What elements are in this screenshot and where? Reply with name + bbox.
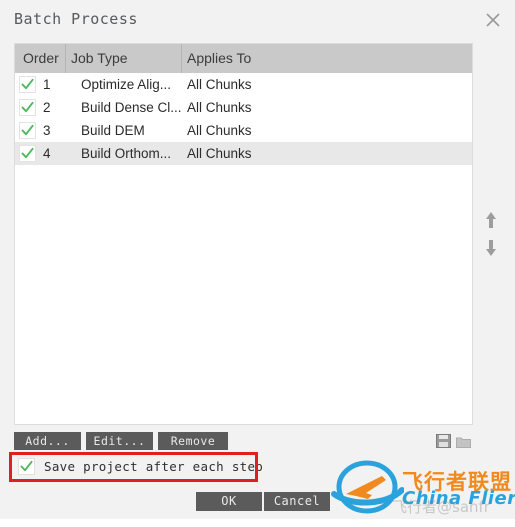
batch-process-dialog: Batch Process Order Job Type Applies To [0, 0, 515, 527]
column-header-job-type[interactable]: Job Type [71, 44, 128, 73]
ok-button[interactable]: OK [196, 492, 262, 511]
watermark-english: China Flier [402, 488, 515, 509]
header-divider[interactable] [65, 44, 66, 73]
cell-order: 3 [43, 123, 51, 138]
table-body: 1 Optimize Alig... All Chunks 2 Build De… [15, 73, 472, 165]
folder-open-icon[interactable] [456, 435, 471, 449]
watermark-chinese: 飞行者联盟 [402, 470, 512, 494]
cell-applies-to: All Chunks [187, 146, 252, 161]
add-button[interactable]: Add... [14, 432, 81, 450]
save-project-checkbox-box[interactable] [18, 458, 35, 475]
cell-job-type: Build Orthom... [81, 146, 172, 161]
column-header-applies-to[interactable]: Applies To [187, 44, 251, 73]
table-row[interactable]: 3 Build DEM All Chunks [15, 119, 472, 142]
dialog-title: Batch Process [14, 10, 138, 28]
row-checkbox[interactable] [19, 99, 36, 116]
row-checkbox[interactable] [19, 122, 36, 139]
cell-job-type: Build DEM [81, 123, 145, 138]
cancel-button[interactable]: Cancel [264, 492, 330, 511]
table-row[interactable]: 1 Optimize Alig... All Chunks [15, 73, 472, 96]
cell-applies-to: All Chunks [187, 77, 252, 92]
row-checkbox[interactable] [19, 76, 36, 93]
save-project-label: Save project after each step [44, 459, 264, 474]
arrow-down-icon[interactable] [482, 238, 500, 258]
cell-job-type: Optimize Alig... [81, 77, 172, 92]
china-flier-logo-icon [331, 460, 404, 514]
watermark-ghost-text: 飞行者@sanfr [392, 498, 490, 516]
table-row[interactable]: 4 Build Orthom... All Chunks [15, 142, 472, 165]
watermark: 飞行者联盟 China Flier 飞行者@sanfr [330, 460, 515, 520]
remove-button[interactable]: Remove [158, 432, 228, 450]
dialog-titlebar: Batch Process [0, 0, 515, 40]
table-header-row: Order Job Type Applies To [15, 44, 472, 73]
cell-order: 4 [43, 146, 51, 161]
cell-order: 1 [43, 77, 51, 92]
bottom-strip [0, 519, 515, 527]
arrow-up-icon[interactable] [482, 210, 500, 230]
job-table[interactable]: Order Job Type Applies To 1 Optimize Ali… [14, 43, 473, 425]
cell-job-type: Build Dense Cl... [81, 100, 182, 115]
header-divider[interactable] [181, 44, 182, 73]
column-header-order[interactable]: Order [23, 44, 59, 73]
close-icon[interactable] [482, 9, 504, 31]
cell-order: 2 [43, 100, 51, 115]
row-checkbox[interactable] [19, 145, 36, 162]
cell-applies-to: All Chunks [187, 100, 252, 115]
floppy-save-icon[interactable] [436, 434, 451, 448]
table-row[interactable]: 2 Build Dense Cl... All Chunks [15, 96, 472, 119]
cell-applies-to: All Chunks [187, 123, 252, 138]
edit-button[interactable]: Edit... [86, 432, 153, 450]
